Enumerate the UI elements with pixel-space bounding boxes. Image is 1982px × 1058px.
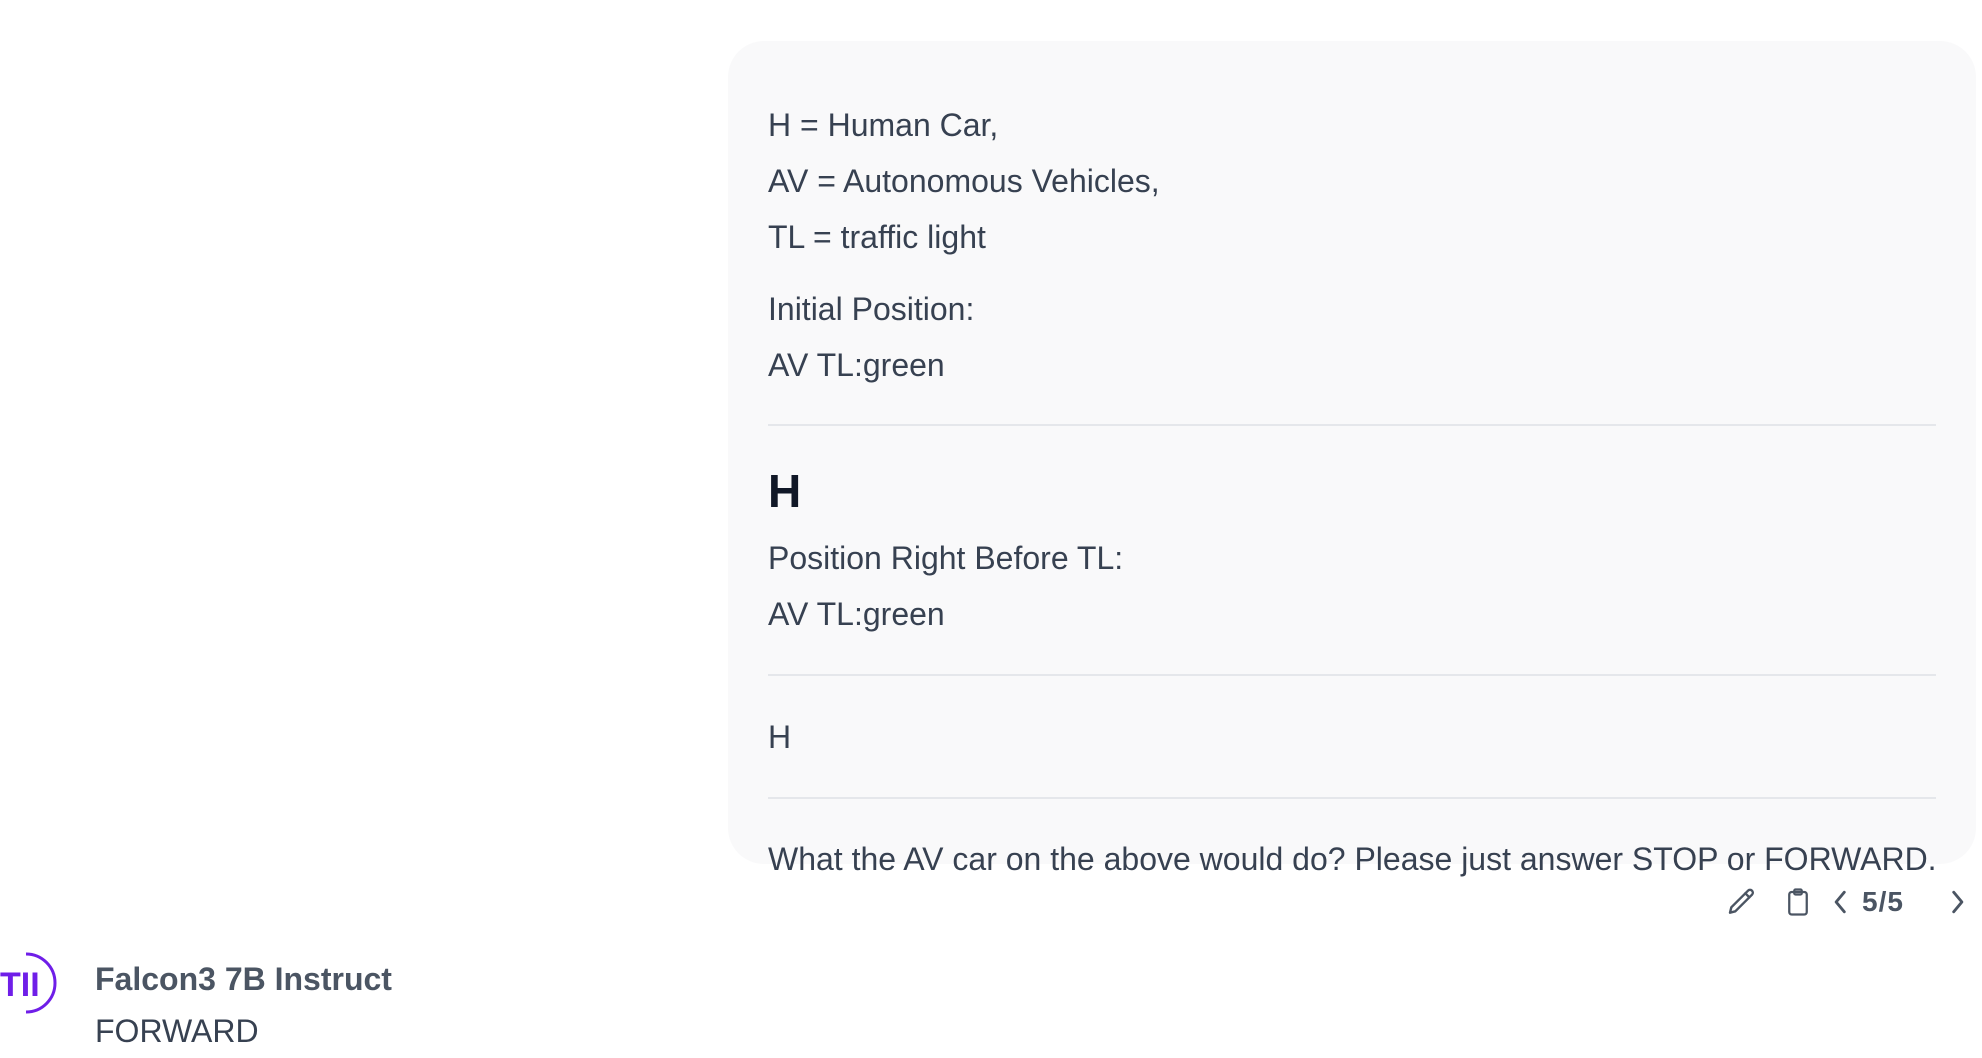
divider	[768, 674, 1936, 676]
tii-logo-icon: TII	[0, 952, 57, 1014]
plain-h-text: H	[768, 719, 792, 755]
chevron-right-icon	[1952, 890, 1964, 914]
prev-version-button[interactable]	[1826, 882, 1856, 922]
clipboard-icon	[1788, 888, 1808, 916]
initial-position-label: Initial Position:	[768, 291, 975, 327]
definition-line: AV = Autonomous Vehicles,	[768, 163, 1160, 199]
divider	[768, 424, 1936, 426]
pencil-icon	[1728, 888, 1755, 914]
message-actions: 5/5	[1722, 882, 1982, 922]
next-version-button[interactable]	[1942, 882, 1972, 922]
definition-line: TL = traffic light	[768, 219, 986, 255]
edit-button[interactable]	[1722, 882, 1762, 922]
model-avatar: TII	[0, 950, 60, 1016]
assistant-answer: FORWARD	[95, 1013, 259, 1049]
copy-button[interactable]	[1778, 882, 1818, 922]
version-pager: 5/5	[1862, 886, 1904, 917]
svg-text:TII: TII	[0, 966, 40, 1004]
divider	[768, 797, 1936, 799]
chat-page: H = Human Car, AV = Autonomous Vehicles,…	[0, 0, 1982, 1058]
definition-line: H = Human Car,	[768, 107, 999, 143]
section-heading: H	[768, 465, 802, 517]
initial-position-value: AV TL:green	[768, 347, 945, 383]
user-message-bubble: H = Human Car, AV = Autonomous Vehicles,…	[728, 41, 1976, 877]
chevron-left-icon	[1834, 890, 1846, 914]
question-text: What the AV car on the above would do? P…	[768, 841, 1937, 877]
before-tl-value: AV TL:green	[768, 596, 945, 632]
before-tl-label: Position Right Before TL:	[768, 540, 1124, 576]
model-name: Falcon3 7B Instruct	[95, 961, 392, 997]
